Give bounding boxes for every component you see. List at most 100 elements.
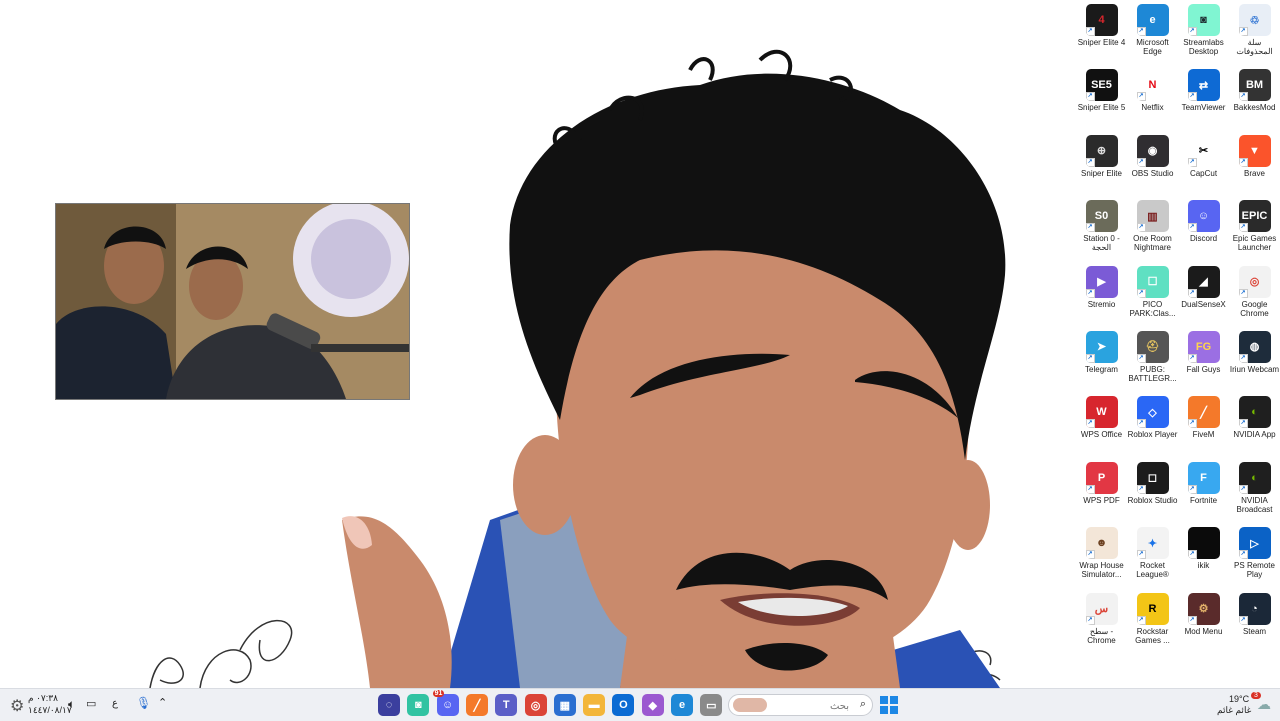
weather-badge: 3 — [1251, 692, 1261, 699]
netflix-icon: N ↗ — [1136, 69, 1169, 102]
desktop-icon-roblox-studio[interactable]: ◻ ↗ Roblox Studio — [1127, 460, 1178, 525]
desktop-icon-streamlabs[interactable]: ◙ ↗ Streamlabs Desktop — [1178, 2, 1229, 67]
desktop-icon-telegram[interactable]: ➤ ↗ Telegram — [1076, 329, 1127, 394]
desktop-icon-label: Fortnite — [1189, 495, 1218, 505]
steam-icon: ◔ ↗ — [1238, 592, 1271, 625]
clock-date[interactable]: ١٤٤٧/٠٨/١٧ — [28, 705, 72, 716]
taskbar-discord[interactable]: ☺ 91 — [432, 690, 459, 716]
start-button[interactable] — [880, 696, 898, 714]
show-hidden-icons-chevron-icon[interactable]: ⌃ — [158, 696, 167, 709]
icon-glyph: ◐ — [1251, 406, 1258, 419]
desktop-icon-google-chrome[interactable]: ◎ ↗ Google Chrome — [1229, 264, 1280, 329]
store-icon: ▦ — [559, 699, 570, 712]
icon-glyph: ♲ — [1249, 14, 1260, 27]
desktop-icon-ps-remote-play[interactable]: ▷ ↗ PS Remote Play — [1229, 525, 1280, 590]
shortcut-arrow-icon: ↗ — [1085, 157, 1095, 167]
sniper-elite-5-icon: SE5 ↗ — [1085, 69, 1118, 102]
shortcut-arrow-icon: ↗ — [1187, 27, 1197, 36]
desktop-icon-ikik[interactable]: ↗ ikik — [1178, 525, 1229, 590]
desktop-icon-fortnite[interactable]: F ↗ Fortnite — [1178, 460, 1229, 525]
language-indicator[interactable]: ع — [112, 698, 118, 709]
taskbar-edge[interactable]: e — [671, 694, 693, 716]
desktop-icon-nvidia-app[interactable]: ◐ ↗ NVIDIA App — [1229, 394, 1280, 459]
taskbar-m365[interactable]: ◆ — [641, 694, 664, 716]
desktop-icon-chrome-shortcut[interactable]: س ↗ سطح - Chrome — [1076, 591, 1127, 656]
desktop-icon-one-room-nightmare[interactable]: ▥ ↗ One Room Nightmare — [1127, 198, 1178, 263]
desktop-icon-wps-pdf[interactable]: P ↗ WPS PDF — [1076, 460, 1127, 525]
desktop-icon-fivem[interactable]: ╱ ↗ FiveM — [1178, 394, 1229, 459]
desktop-icon-sniper-elite[interactable]: ⊕ ↗ Sniper Elite — [1076, 133, 1127, 198]
taskbar-outlook[interactable]: O — [612, 694, 635, 716]
weather-desc: غائم غائم — [1217, 705, 1252, 715]
shortcut-arrow-icon: ↗ — [1187, 484, 1197, 494]
outlook-icon: O — [619, 699, 628, 711]
taskbar-fivem[interactable]: ╱ — [465, 694, 488, 716]
edge-icon: e ↗ — [1136, 4, 1169, 36]
desktop-icon-sniper-elite-5[interactable]: SE5 ↗ Sniper Elite 5 — [1076, 67, 1127, 132]
desktop-icon-roblox-player[interactable]: ◇ ↗ Roblox Player — [1127, 394, 1178, 459]
fortnite-icon: F ↗ — [1187, 461, 1220, 494]
streamlabs-icon: ◙ ↗ — [1187, 4, 1220, 36]
desktop-icon-wps-office[interactable]: W ↗ WPS Office — [1076, 394, 1127, 459]
desktop-icon-label: Streamlabs Desktop — [1183, 38, 1224, 56]
network-icon[interactable]: ▭ — [86, 697, 96, 710]
desktop-icon-rocket-league[interactable]: ✦ ↗ Rocket League® — [1127, 525, 1178, 590]
desktop-icon-obs-studio[interactable]: ◉ ↗ OBS Studio — [1127, 133, 1178, 198]
desktop-icon-bakkesmod[interactable]: BM ↗ BakkesMod — [1229, 67, 1280, 132]
icon-glyph: e — [1149, 14, 1156, 26]
desktop-icon-nvidia-broadcast[interactable]: ◐ ↗ NVIDIA Broadcast — [1229, 460, 1280, 525]
icon-glyph: ◎ — [1249, 276, 1260, 289]
icon-glyph: ◇ — [1148, 406, 1157, 419]
desktop-icon-teamviewer[interactable]: ⇄ ↗ TeamViewer — [1178, 67, 1229, 132]
desktop-icon-station-0[interactable]: S0 ↗ Station 0 - الحجة — [1076, 198, 1127, 263]
weather-widget[interactable]: 19°C غائم غائم ☁ 3 — [1215, 692, 1275, 718]
desktop-icon-brave[interactable]: ▼ ↗ Brave — [1229, 133, 1280, 198]
volume-icon[interactable]: 🔈︎ — [68, 697, 75, 712]
taskbar-file-explorer[interactable]: ▬ — [583, 694, 606, 716]
icon-glyph: ☺ — [1197, 210, 1210, 223]
desktop-icon-netflix[interactable]: N ↗ Netflix — [1127, 67, 1178, 132]
stremio-icon: ▶ ↗ — [1085, 265, 1118, 298]
desktop-icon-label: CapCut — [1189, 168, 1218, 178]
taskbar-store[interactable]: ▦ — [553, 694, 576, 716]
desktop-icon-mod-menu[interactable]: ⚙ ↗ Mod Menu — [1178, 591, 1229, 656]
wps-pdf-icon: P ↗ — [1085, 461, 1118, 494]
desktop-icon-epic-games[interactable]: EPIC ↗ Epic Games Launcher — [1229, 198, 1280, 263]
search-input[interactable] — [777, 697, 851, 715]
taskbar-teams[interactable]: T — [495, 694, 518, 716]
shortcut-arrow-icon: ↗ — [1136, 27, 1146, 36]
desktop-icon-dualsensex[interactable]: ◢ ↗ DualSenseX — [1178, 264, 1229, 329]
desktop-icon-label: PS Remote Play — [1234, 561, 1275, 580]
taskbar-app[interactable]: ▭ — [700, 694, 723, 716]
bakkesmod-icon: BM ↗ — [1238, 69, 1271, 102]
desktop-icon-discord[interactable]: ☺ ↗ Discord — [1178, 198, 1229, 263]
desktop-icon-fall-guys[interactable]: FG ↗ Fall Guys — [1178, 329, 1229, 394]
desktop-icon-recycle-bin[interactable]: ♲ ↗ سلة المحذوفات — [1229, 2, 1280, 67]
iriun-webcam-icon: ◍ ↗ — [1238, 330, 1271, 363]
desktop-icon-sniper-elite-4[interactable]: 4 ↗ Sniper Elite 4 — [1076, 2, 1127, 67]
desktop-icon-steam[interactable]: ◔ ↗ Steam — [1229, 591, 1280, 656]
taskbar-copilot[interactable]: ◌ — [378, 694, 400, 716]
desktop-icon-pico-park[interactable]: ☐ ↗ PICO PARK:Clas... — [1127, 264, 1178, 329]
desktop-icon-label: Stremio — [1087, 299, 1116, 309]
taskbar-streamlabs[interactable]: ◙ — [407, 694, 430, 716]
desktop-icon-stremio[interactable]: ▶ ↗ Stremio — [1076, 264, 1127, 329]
icon-glyph: ▥ — [1147, 210, 1158, 223]
clock-time[interactable]: ٠٧:٣٨ م — [28, 693, 58, 704]
desktop-icon-label: FiveM — [1192, 430, 1215, 440]
microphone-icon[interactable]: 🎙︎ — [136, 696, 151, 710]
desktop-icon-label: TeamViewer — [1181, 103, 1226, 113]
desktop-icon-capcut[interactable]: ✂ ↗ CapCut — [1178, 133, 1229, 198]
search-box[interactable]: ⌕ — [728, 694, 873, 716]
desktop-icon-iriun-webcam[interactable]: ◍ ↗ Iriun Webcam — [1229, 329, 1280, 394]
desktop-icon-label: Telegram — [1085, 364, 1118, 374]
desktop-icon-microsoft-edge[interactable]: e ↗ Microsoft Edge — [1127, 2, 1178, 67]
shortcut-arrow-icon: ↗ — [1136, 157, 1146, 167]
pubg-icon: ⛑ ↗ — [1136, 330, 1169, 363]
desktop-icon-label: Google Chrome — [1240, 299, 1269, 318]
taskbar-chrome[interactable]: ◎ — [524, 694, 547, 716]
desktop-icon-pubg[interactable]: ⛑ ↗ PUBG: BATTLEGR... — [1127, 329, 1178, 394]
desktop-icon-rockstar[interactable]: R ↗ Rockstar Games ... — [1127, 591, 1178, 656]
desktop-icon-label: Sniper Elite — [1081, 168, 1122, 178]
desktop-icon-wrap-house[interactable]: ☻ ↗ Wrap House Simulator... — [1076, 525, 1127, 590]
